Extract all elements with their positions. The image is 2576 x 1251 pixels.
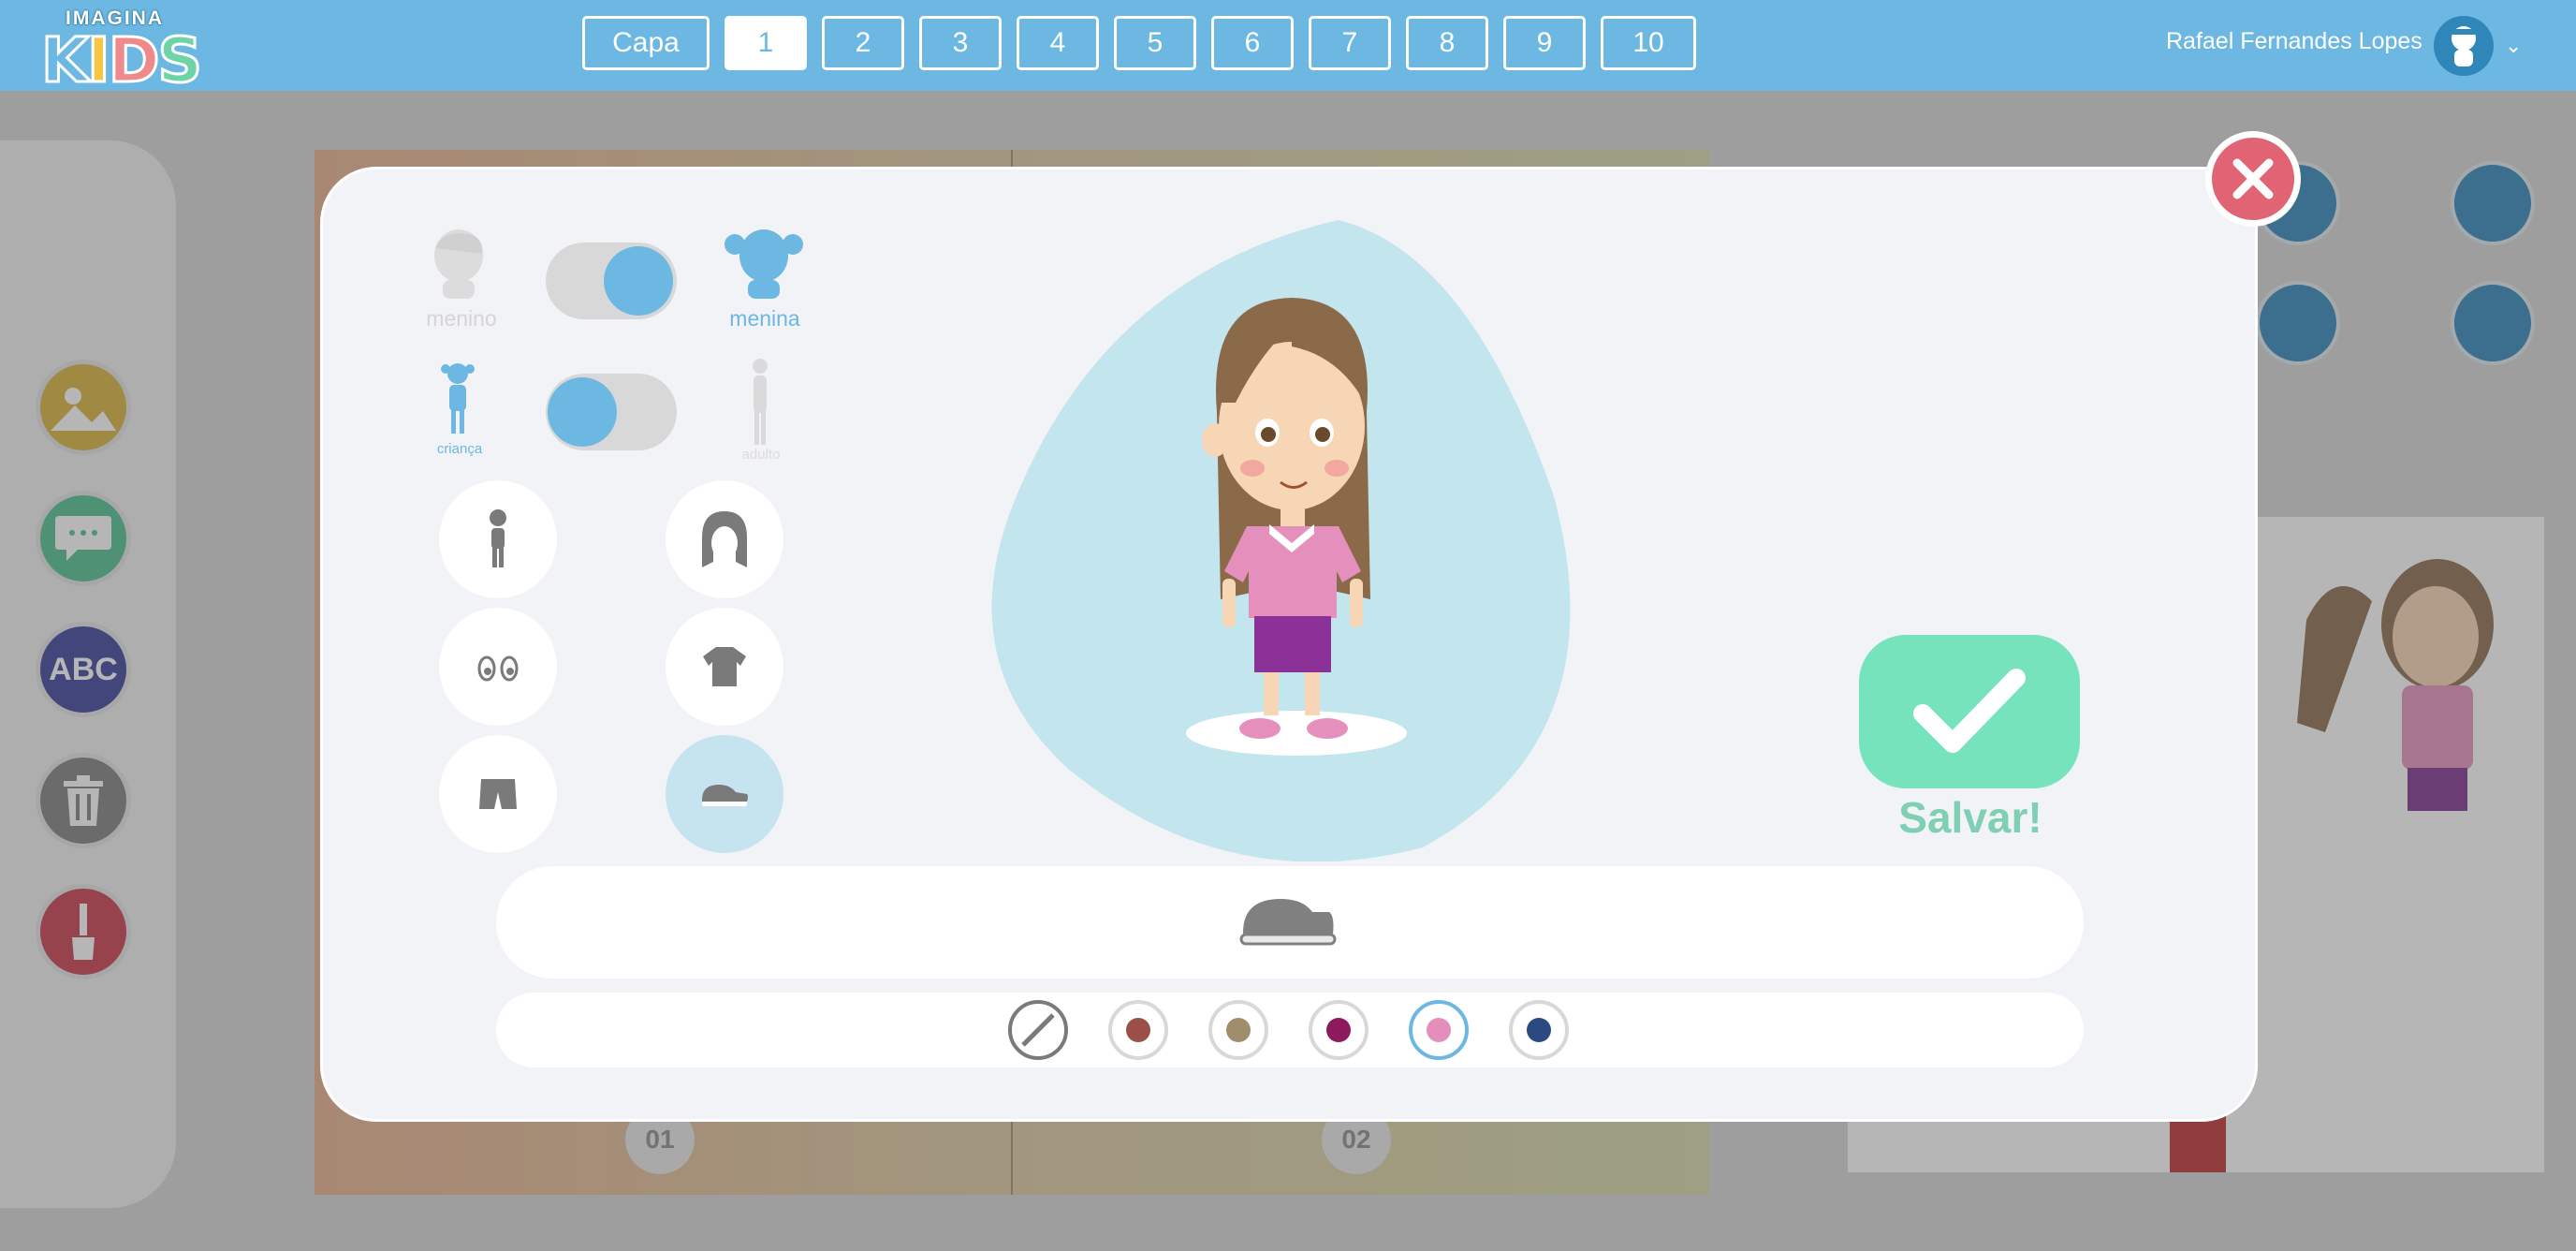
age-option-adult[interactable]: adulto (686, 447, 836, 463)
shoe-item-option[interactable] (1237, 890, 1339, 951)
body-icon (490, 509, 506, 567)
page-button-5[interactable]: 5 (1114, 16, 1196, 70)
close-modal-button[interactable] (2205, 131, 2301, 227)
top-bar: IMAGINA KIDS Capa 1 2 3 4 5 6 7 8 9 10 R… (0, 0, 2576, 98)
category-shorts-button[interactable] (439, 735, 557, 853)
girl-silhouette-icon[interactable] (724, 228, 804, 299)
app-logo[interactable]: IMAGINA KIDS (39, 7, 203, 98)
child-silhouette-icon[interactable] (439, 362, 476, 437)
category-hair-button[interactable] (666, 480, 783, 598)
save-label[interactable]: Salvar! (1835, 792, 2106, 843)
category-shirt-button[interactable] (666, 608, 783, 726)
save-button[interactable] (1859, 635, 2080, 788)
logo-main-text: KIDS (39, 23, 203, 98)
adult-silhouette-icon[interactable] (746, 357, 774, 447)
color-swatch-khaki[interactable] (1208, 1000, 1268, 1060)
page-navigation: Capa 1 2 3 4 5 6 7 8 9 10 (582, 16, 1696, 74)
checkmark-icon (1913, 669, 2026, 753)
logo-letter-k: K (39, 23, 90, 98)
page-button-10[interactable]: 10 (1601, 16, 1696, 70)
color-dot-khaki (1226, 1018, 1251, 1042)
color-dot-brown (1126, 1018, 1150, 1042)
hair-icon (702, 511, 747, 567)
avatar-icon (2452, 26, 2476, 66)
user-avatar[interactable] (2434, 16, 2494, 76)
category-shoes-button[interactable] (666, 735, 783, 853)
page-button-6[interactable]: 6 (1211, 16, 1294, 70)
page-button-8[interactable]: 8 (1406, 16, 1488, 70)
page-button-7[interactable]: 7 (1309, 16, 1391, 70)
logo-letter-s: S (156, 23, 203, 98)
shirt-icon (703, 647, 746, 686)
gender-toggle[interactable] (546, 243, 677, 319)
color-dot-navy (1527, 1018, 1551, 1042)
color-swatch-pink[interactable] (1409, 1000, 1469, 1060)
character-shadow (1186, 711, 1407, 756)
no-color-icon (1021, 1013, 1055, 1047)
color-swatch-magenta[interactable] (1309, 1000, 1368, 1060)
gender-option-boy[interactable]: menino (387, 306, 536, 331)
color-swatch-none[interactable] (1008, 1000, 1068, 1060)
gender-option-girl[interactable]: menina (690, 306, 840, 331)
age-toggle[interactable] (546, 374, 677, 450)
color-swatch-navy[interactable] (1509, 1000, 1569, 1060)
shoe-icon (702, 785, 748, 806)
page-button-2[interactable]: 2 (822, 16, 904, 70)
age-option-child[interactable]: criança (385, 441, 534, 457)
color-swatch-brown[interactable] (1108, 1000, 1168, 1060)
user-name[interactable]: Rafael Fernandes Lopes (2166, 28, 2422, 55)
page-button-9[interactable]: 9 (1503, 16, 1586, 70)
logo-letter-i: I (86, 23, 111, 98)
category-eyes-button[interactable] (439, 608, 557, 726)
close-icon (2232, 158, 2274, 199)
color-dot-magenta (1326, 1018, 1351, 1042)
shorts-icon (479, 779, 517, 809)
color-options-bar (496, 993, 2084, 1067)
gender-toggle-knob (604, 246, 673, 316)
page-button-3[interactable]: 3 (919, 16, 1002, 70)
color-dot-pink (1427, 1018, 1451, 1042)
age-toggle-knob (548, 377, 617, 447)
logo-letter-d: D (107, 23, 161, 98)
page-button-cover[interactable]: Capa (582, 16, 710, 70)
chevron-down-icon[interactable]: ⌄ (2505, 34, 2522, 58)
boy-silhouette-icon[interactable] (426, 228, 491, 299)
character-preview (991, 220, 1571, 861)
category-body-button[interactable] (439, 480, 557, 598)
page-button-4[interactable]: 4 (1017, 16, 1099, 70)
eyes-icon (477, 655, 519, 682)
page-button-1[interactable]: 1 (724, 16, 807, 70)
